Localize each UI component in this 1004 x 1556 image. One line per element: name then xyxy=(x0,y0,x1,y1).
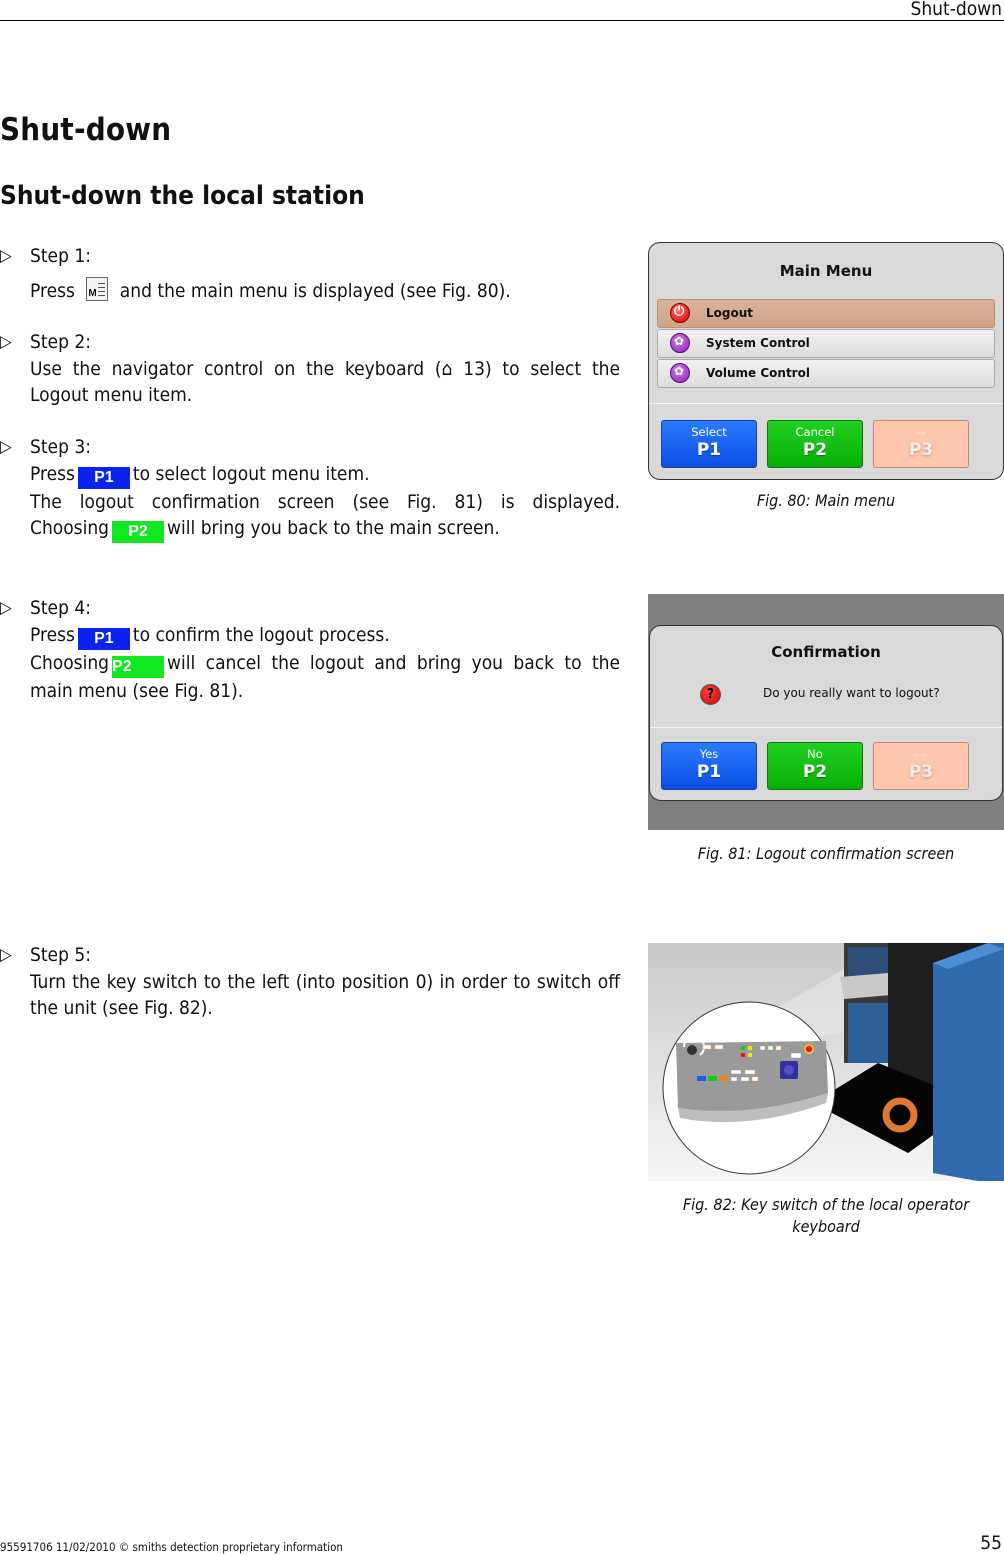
arch-pillar xyxy=(933,943,1004,1181)
gear-icon xyxy=(670,333,690,353)
p2-key: P2 xyxy=(112,521,165,543)
step-label: Step 5: xyxy=(30,944,91,966)
step-bullet-icon: ▷ xyxy=(0,945,12,965)
key-switch xyxy=(687,1045,697,1055)
confirmation-message: Do you really want to logout? xyxy=(763,686,940,700)
divider xyxy=(649,403,1003,404)
confirmation-title: Confirmation xyxy=(771,643,881,661)
confirmation-dialog: Confirmation ? Do you really want to log… xyxy=(649,625,1003,801)
p2-key: P2 xyxy=(112,655,165,678)
header-rule xyxy=(0,20,1004,21)
emergency-stop-icon xyxy=(804,1044,814,1054)
cabinet xyxy=(848,1003,888,1063)
p1-key: P1 xyxy=(77,627,130,650)
power-icon xyxy=(670,303,690,323)
section-title: Shut-down the local station xyxy=(0,181,365,211)
step-text: Turn the key switch to the left (into po… xyxy=(30,970,620,1020)
menu-key-icon: M xyxy=(86,276,109,301)
running-header: Shut-down xyxy=(910,0,1002,20)
fig82-caption: Fig. 82: Key switch of the local operato… xyxy=(682,1195,970,1236)
main-menu-title: Main Menu xyxy=(779,262,873,280)
no-p2-button: No P2 xyxy=(767,742,863,790)
main-menu-screenshot: Main Menu Logout System Control Volume C… xyxy=(648,242,1004,480)
p3-button-disabled: - - P3 xyxy=(873,742,969,790)
footer-doc-info: 95591706 11/02/2010 © smiths detection p… xyxy=(0,1540,343,1554)
keypad-p1 xyxy=(697,1076,706,1081)
step-bullet-icon: ▷ xyxy=(0,437,12,457)
operator-keyboard xyxy=(840,973,892,999)
p1-key: P1 xyxy=(77,466,130,489)
page-number: 55 xyxy=(980,1532,1002,1554)
keypad-p3 xyxy=(719,1076,728,1081)
keypad-p2 xyxy=(708,1076,717,1081)
step-2: ▷ Step 2: Use the navigator control on t… xyxy=(0,329,620,409)
cancel-p2-button: Cancel P2 xyxy=(767,420,863,468)
p3-button-disabled: -- P3 xyxy=(873,420,969,468)
step-5: ▷ Step 5: Turn the key switch to the lef… xyxy=(0,942,620,1022)
step-3: ▷ Step 3: Press P1 to select logout menu i… xyxy=(0,434,620,543)
menu-item-volume-control: Volume Control xyxy=(657,359,995,388)
step-label: Step 3: xyxy=(30,436,91,458)
yes-p1-button: Yes P1 xyxy=(661,742,757,790)
fig80-caption: Fig. 80: Main menu xyxy=(756,491,896,510)
menu-item-logout: Logout xyxy=(657,299,995,328)
divider xyxy=(650,727,1002,728)
step-bullet-icon: ▷ xyxy=(0,246,12,266)
key-switch-illustration xyxy=(648,943,1004,1181)
menu-item-system-control: System Control xyxy=(657,329,995,358)
step-text: Use the navigator control on the keyboar… xyxy=(30,357,620,407)
step-label: Step 1: xyxy=(30,245,91,267)
step-1: ▷ Step 1: Press M and the main menu is d… xyxy=(0,243,620,304)
step-label: Step 4: xyxy=(30,597,91,619)
page-title: Shut-down xyxy=(0,112,172,148)
select-p1-button: Select P1 xyxy=(661,420,757,468)
fig81-caption: Fig. 81: Logout confirmation screen xyxy=(697,844,955,863)
step-bullet-icon: ▷ xyxy=(0,598,12,618)
step-label: Step 2: xyxy=(30,331,91,353)
step-4: ▷ Step 4: Press P1 to confirm the logout p… xyxy=(0,597,620,702)
confirmation-screenshot: Confirmation ? Do you really want to log… xyxy=(648,594,1004,830)
step-bullet-icon: ▷ xyxy=(0,332,12,352)
gear-icon xyxy=(670,363,690,383)
scanner-illustration xyxy=(662,943,1004,1181)
question-icon: ? xyxy=(700,684,721,705)
